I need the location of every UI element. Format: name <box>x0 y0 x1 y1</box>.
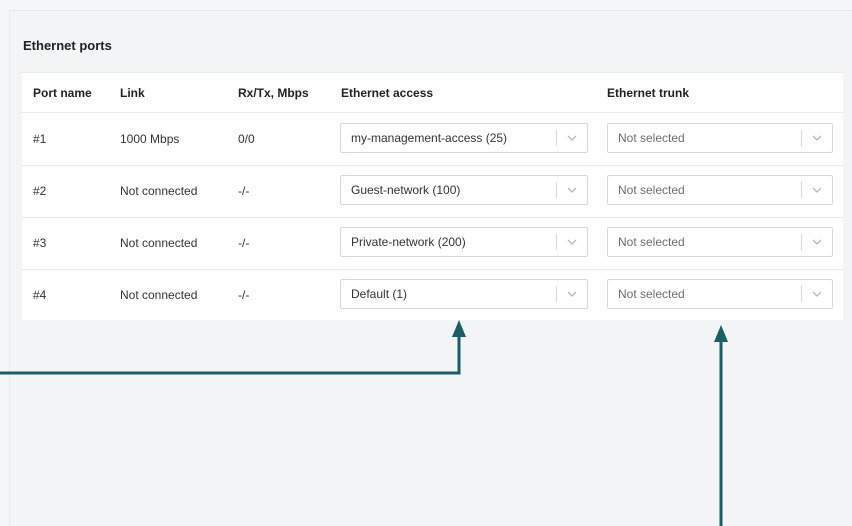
arrow-up-icon <box>714 325 728 342</box>
arrow-up-icon <box>452 320 466 337</box>
arrow-up-icon <box>0 335 461 375</box>
annotation-arrow-access <box>0 320 728 526</box>
